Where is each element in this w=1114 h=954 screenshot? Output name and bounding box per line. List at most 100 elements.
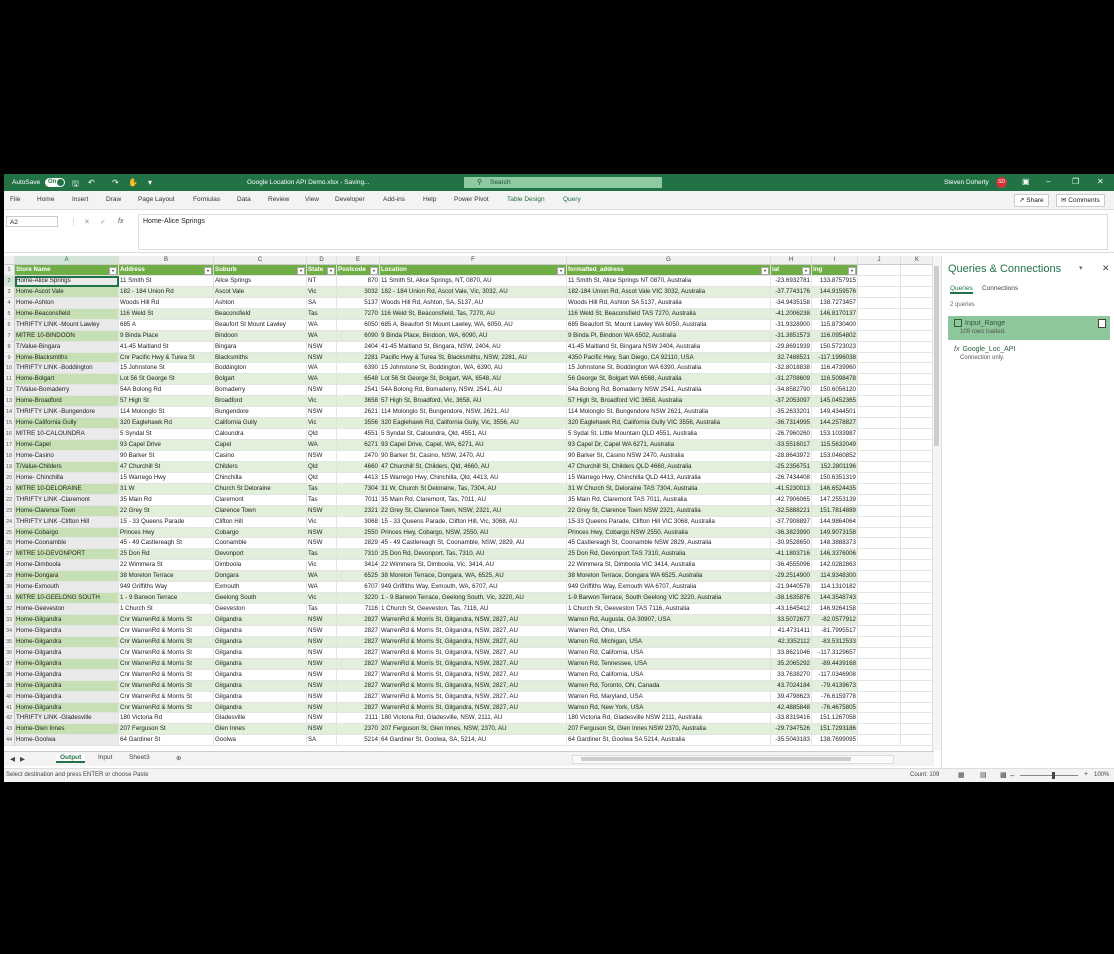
- row-header[interactable]: 36: [4, 647, 15, 659]
- cell[interactable]: 2827: [337, 702, 380, 714]
- cell[interactable]: 2541: [337, 385, 380, 397]
- empty-cell[interactable]: [858, 352, 901, 364]
- empty-cell[interactable]: [901, 330, 934, 342]
- column-filter-header[interactable]: lng ▾: [812, 265, 858, 276]
- cell[interactable]: Lot 56 St George St: [119, 374, 214, 386]
- column-header[interactable]: H: [771, 256, 812, 264]
- cell[interactable]: Home-Coonamble: [15, 538, 119, 550]
- cell[interactable]: Chinchilla: [214, 472, 307, 484]
- cell[interactable]: 1 Church St, Geeveston TAS 7116, Austral…: [567, 604, 771, 615]
- customize-toolbar-icon[interactable]: ▾: [148, 178, 152, 187]
- empty-cell[interactable]: [901, 352, 934, 364]
- cell[interactable]: 116 Weld St: [119, 308, 214, 320]
- column-filter-header[interactable]: Address ▾: [119, 265, 214, 276]
- menu-help[interactable]: Help: [423, 196, 436, 203]
- cell[interactable]: Home-Gilgandra: [15, 680, 119, 692]
- cell[interactable]: Home-Gilgandra: [15, 669, 119, 681]
- empty-cell[interactable]: [901, 669, 934, 681]
- cell[interactable]: 116.4739960: [812, 363, 858, 375]
- empty-cell[interactable]: [858, 297, 901, 309]
- cell[interactable]: 31 W Church St, Deloraine TAS 7304, Aust…: [567, 483, 771, 495]
- empty-cell[interactable]: [858, 494, 901, 506]
- cell[interactable]: 35 Main Rd: [119, 494, 214, 506]
- empty-cell[interactable]: [901, 494, 934, 506]
- column-filter-header[interactable]: Postcode ▾: [337, 265, 380, 276]
- cell[interactable]: Home-Dongara: [15, 571, 119, 583]
- cell[interactable]: 151.7814889: [812, 505, 858, 517]
- cell[interactable]: Coonamble: [214, 538, 307, 550]
- cell[interactable]: Home-Gilgandra: [15, 625, 119, 637]
- cell[interactable]: 57 High St: [119, 396, 214, 408]
- row-header[interactable]: 7: [4, 330, 15, 342]
- cell[interactable]: Home-Blacksmiths: [15, 352, 119, 364]
- vertical-scroll-thumb[interactable]: [934, 266, 939, 446]
- empty-cell[interactable]: [901, 297, 934, 309]
- add-sheet-icon[interactable]: ⊕: [176, 754, 181, 762]
- cell[interactable]: Bolgart: [214, 374, 307, 386]
- cell[interactable]: 35.2065292: [771, 658, 812, 670]
- cell[interactable]: 182 - 184 Union Rd: [119, 286, 214, 298]
- empty-cell[interactable]: [858, 636, 901, 648]
- empty-cell[interactable]: [901, 691, 934, 703]
- close-icon[interactable]: ✕: [1097, 177, 1104, 186]
- empty-cell[interactable]: [901, 560, 934, 572]
- row-header[interactable]: 5: [4, 308, 15, 320]
- empty-cell[interactable]: [858, 560, 901, 572]
- menu-page-layout[interactable]: Page Layout: [138, 196, 175, 203]
- cell[interactable]: WarrenRd & Morris St, Gilgandra, NSW, 28…: [380, 658, 567, 670]
- row-header[interactable]: 12: [4, 385, 15, 397]
- row-header[interactable]: 2: [4, 275, 15, 287]
- empty-cell[interactable]: [858, 374, 901, 386]
- row-header[interactable]: 32: [4, 604, 15, 615]
- cell[interactable]: Gilgandra: [214, 658, 307, 670]
- cell[interactable]: 22 Grey St: [119, 505, 214, 517]
- empty-cell[interactable]: [858, 658, 901, 670]
- cell[interactable]: Cnr Pacific Hwy & Turea St: [119, 352, 214, 364]
- filter-dropdown-icon[interactable]: ▾: [761, 267, 769, 275]
- empty-cell[interactable]: [901, 713, 934, 725]
- filter-dropdown-icon[interactable]: ▾: [109, 267, 117, 275]
- cell[interactable]: 2281: [337, 352, 380, 364]
- cell[interactable]: Cobargo: [214, 527, 307, 539]
- column-filter-header[interactable]: lat ▾: [771, 265, 812, 276]
- cell[interactable]: -34.8582790: [771, 385, 812, 397]
- cell[interactable]: Vic: [307, 286, 337, 298]
- cell[interactable]: 150.6056120: [812, 385, 858, 397]
- cell[interactable]: NT: [307, 275, 337, 287]
- cell[interactable]: Clarence Town: [214, 505, 307, 517]
- cell[interactable]: 22 Wimmera St: [119, 560, 214, 572]
- pane-options-icon[interactable]: ▾: [1079, 264, 1083, 272]
- cell[interactable]: Home-Beaconsfield: [15, 308, 119, 320]
- cell[interactable]: 145.0452365: [812, 396, 858, 408]
- autosave-toggle[interactable]: On: [45, 178, 65, 187]
- cell[interactable]: Home-Gilgandra: [15, 636, 119, 648]
- column-filter-header[interactable]: formatted_address ▾: [567, 265, 771, 276]
- touch-mode-icon[interactable]: ✋: [128, 178, 138, 187]
- cell[interactable]: -43.1645412: [771, 604, 812, 615]
- cell[interactable]: NSW: [307, 625, 337, 637]
- cell[interactable]: 5 Syndal St, Caloundra, Qld, 4551, AU: [380, 429, 567, 440]
- cell[interactable]: Cnr WarrenRd & Morris St: [119, 669, 214, 681]
- cell[interactable]: NSW: [307, 352, 337, 364]
- row-header[interactable]: 22: [4, 494, 15, 506]
- cell[interactable]: Childers: [214, 461, 307, 473]
- menu-draw[interactable]: Draw: [106, 196, 121, 203]
- empty-cell[interactable]: [901, 647, 934, 659]
- cell[interactable]: Tas: [307, 308, 337, 320]
- cell[interactable]: Glen Innes: [214, 724, 307, 736]
- cell[interactable]: -37.7908897: [771, 516, 812, 528]
- cell[interactable]: NSW: [307, 450, 337, 462]
- empty-cell[interactable]: [858, 669, 901, 681]
- cell[interactable]: 45 - 49 Castlereagh St, Coonamble, NSW, …: [380, 538, 567, 550]
- empty-cell[interactable]: [901, 615, 934, 626]
- share-button[interactable]: ↗ Share: [1014, 194, 1049, 207]
- cell[interactable]: 39.4798623: [771, 691, 812, 703]
- row-header[interactable]: 16: [4, 429, 15, 440]
- cell[interactable]: Goolwa: [214, 735, 307, 747]
- empty-cell[interactable]: [858, 483, 901, 495]
- row-header[interactable]: 39: [4, 680, 15, 692]
- cell[interactable]: -79.4139673: [812, 680, 858, 692]
- empty-cell[interactable]: [901, 505, 934, 517]
- cell[interactable]: Vic: [307, 396, 337, 408]
- cell[interactable]: 64 Gardiner St: [119, 735, 214, 747]
